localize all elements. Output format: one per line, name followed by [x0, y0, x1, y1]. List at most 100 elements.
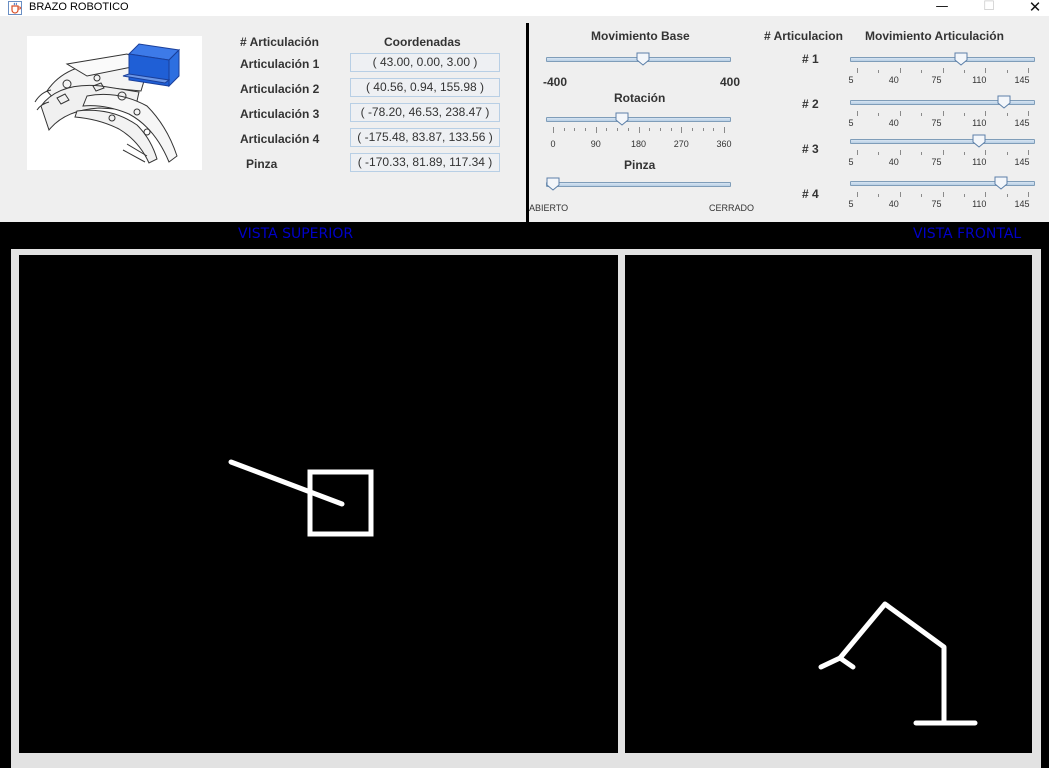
window-title: BRAZO ROBOTICO: [29, 1, 129, 13]
java-cup-icon: [8, 1, 22, 15]
rotacion-tick: [617, 128, 619, 131]
joint-tick-label: 5: [848, 75, 854, 85]
joint-tick: [1006, 194, 1008, 197]
rotacion-tick: [553, 127, 554, 133]
coordinate-field: ( -170.33, 81.89, 117.34 ): [350, 153, 500, 172]
rotacion-tick: [606, 128, 608, 131]
base-min-label: -400: [543, 75, 568, 89]
rotacion-tick: [681, 127, 683, 133]
rotacion-slider-title: Rotación: [614, 91, 666, 105]
joint-tick: [1006, 152, 1008, 155]
joint-tick: [985, 68, 987, 73]
base-slider-thumb[interactable]: [636, 52, 650, 66]
base-max-label: 400: [720, 75, 741, 89]
joint-slider-thumb[interactable]: [972, 134, 986, 148]
rotacion-tick-label: 90: [590, 139, 601, 149]
joint-tick: [1028, 111, 1029, 116]
rotacion-tick: [713, 128, 715, 131]
close-button[interactable]: ✕: [1012, 0, 1049, 16]
rotacion-tick-label: 180: [630, 139, 647, 149]
joint-tick: [878, 113, 880, 116]
joint-tick: [857, 68, 858, 73]
joint-slider-thumb[interactable]: [994, 176, 1008, 190]
joint-tick-label: 145: [1014, 157, 1030, 167]
articulacion-header: # Articulación: [240, 35, 319, 49]
joint-2-label: # 2: [802, 97, 819, 111]
joint-tick-label: 145: [1014, 118, 1030, 128]
joint-tick: [1028, 192, 1029, 197]
rotacion-tick: [670, 128, 672, 131]
joint-tick-label: 145: [1014, 75, 1030, 85]
joint-tick-label: 110: [972, 157, 987, 167]
joint-slider-thumb[interactable]: [954, 52, 968, 66]
rotacion-tick: [702, 128, 704, 131]
joint-tick: [899, 192, 901, 197]
coordenadas-header: Coordenadas: [384, 35, 461, 49]
joint-tick-label: 110: [972, 75, 987, 85]
rotacion-tick: [649, 128, 651, 131]
joint-label: Articulación 4: [240, 132, 320, 146]
title-bar: BRAZO ROBOTICO — ☐ ✕: [0, 0, 1049, 16]
joint-label: Articulación 2: [240, 82, 320, 96]
joint-tick: [942, 111, 944, 116]
joint-slider-thumb[interactable]: [997, 95, 1011, 109]
front-view-canvas[interactable]: [625, 255, 1032, 753]
joint-tick-label: 75: [931, 199, 942, 209]
control-panel: # Articulación Coordenadas Articulación …: [0, 23, 1049, 222]
pinza-open-label: ABIERTO: [529, 203, 569, 213]
rotacion-tick: [659, 128, 661, 131]
joint-3-label: # 3: [802, 142, 819, 156]
joint-tick-label: 110: [972, 118, 987, 128]
robot-gripper-image: [27, 36, 202, 170]
joint-1-label: # 1: [802, 52, 819, 66]
joints-header: # Articulacion: [764, 29, 843, 43]
pinza-label: Pinza: [246, 157, 278, 171]
joint-tick-label: 40: [888, 118, 899, 128]
rotacion-slider-thumb[interactable]: [615, 112, 629, 126]
panel-divider: [526, 23, 529, 222]
rotacion-tick: [638, 127, 640, 133]
rotacion-slider-track[interactable]: [546, 117, 731, 122]
joint-label: Articulación 1: [240, 57, 320, 71]
maximize-button[interactable]: ☐: [966, 0, 1012, 16]
top-view-canvas[interactable]: [19, 255, 618, 753]
top-view-title: VISTA SUPERIOR: [238, 226, 354, 242]
joint-tick: [963, 152, 965, 155]
rotacion-tick: [595, 127, 597, 133]
joint-tick: [899, 68, 901, 73]
joint-tick-label: 40: [888, 75, 899, 85]
joint-tick: [942, 68, 944, 73]
joint-tick-label: 5: [848, 157, 854, 167]
coordinate-field: ( 40.56, 0.94, 155.98 ): [350, 78, 500, 97]
rotacion-tick-label: 270: [673, 139, 689, 149]
joint-tick: [942, 150, 944, 155]
base-slider-title: Movimiento Base: [591, 29, 690, 43]
minimize-button[interactable]: —: [919, 0, 965, 16]
coordinate-field: ( -175.48, 83.87, 133.56 ): [350, 128, 500, 147]
joint-movement-header: Movimiento Articulación: [865, 29, 1004, 43]
joint-tick: [921, 194, 923, 197]
joint-tick: [878, 152, 880, 155]
joint-slider-track[interactable]: [850, 139, 1035, 144]
joint-tick: [921, 152, 923, 155]
joint-tick: [857, 192, 858, 197]
joint-tick: [963, 194, 965, 197]
pinza-slider-title: Pinza: [624, 158, 656, 172]
pinza-slider-thumb[interactable]: [546, 177, 560, 191]
joint-tick: [857, 111, 858, 116]
coordinate-field: ( 43.00, 0.00, 3.00 ): [350, 53, 500, 72]
joint-slider-track[interactable]: [850, 57, 1035, 62]
joint-tick-label: 40: [888, 157, 899, 167]
joint-tick-label: 75: [931, 157, 942, 167]
front-view-title: VISTA FRONTAL: [913, 226, 1022, 242]
pinza-closed-label: CERRADO: [709, 203, 755, 213]
joint-tick: [985, 150, 987, 155]
joint-tick: [899, 150, 901, 155]
joint-tick-label: 40: [888, 199, 899, 209]
joint-tick-label: 5: [848, 199, 854, 209]
rotacion-tick: [563, 128, 565, 131]
joint-tick-label: 5: [848, 118, 854, 128]
pinza-slider-track[interactable]: [546, 182, 731, 187]
joint-label: Articulación 3: [240, 107, 320, 121]
joint-tick: [878, 194, 880, 197]
